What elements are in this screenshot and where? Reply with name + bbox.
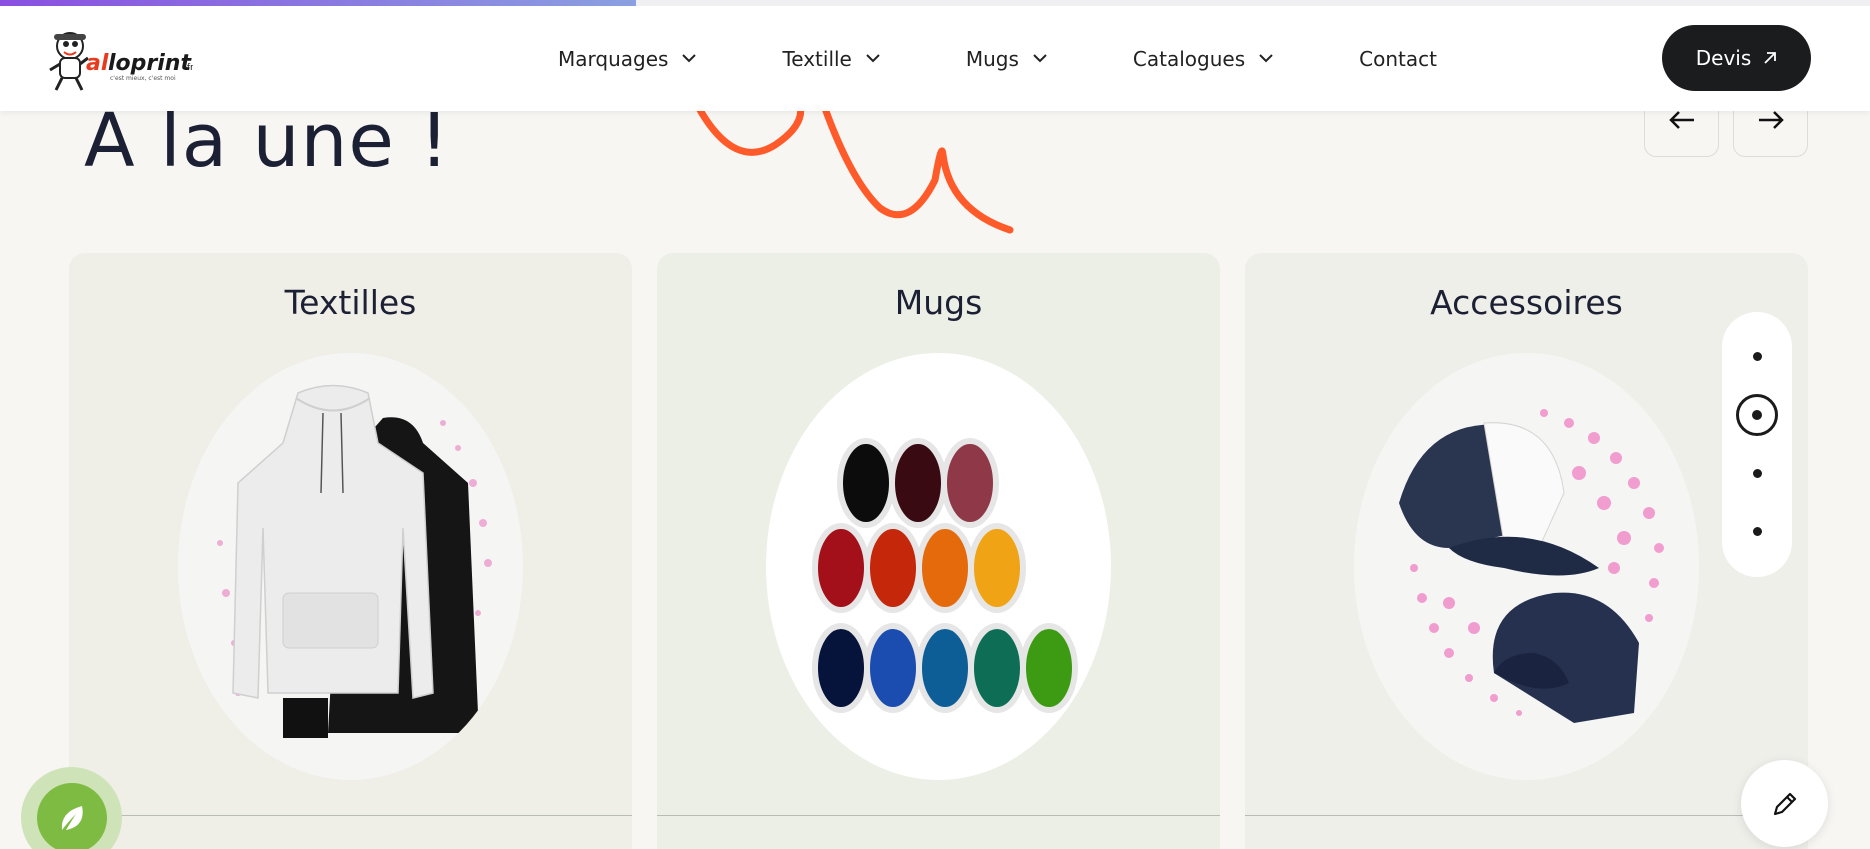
nav-label: Catalogues [1132,46,1246,71]
arrow-left-icon [1668,110,1694,129]
scroll-progress-bar [0,0,1870,6]
logo-mascot-icon: al loprint .fr c'est mieux, c'est moi [49,32,194,91]
card-divider [1245,815,1808,816]
arrow-right-icon [1758,110,1784,129]
arrow-up-right-icon [1764,52,1777,64]
card-divider [69,815,632,816]
hoodie-image-icon [217,384,492,738]
chevron-down-icon [866,54,880,63]
section-dot-4[interactable] [1753,527,1762,536]
devis-button[interactable]: Devis [1662,25,1811,91]
scroll-progress-fill [0,0,636,6]
svg-text:.fr: .fr [184,63,193,73]
svg-text:c'est mieux, c'est moi: c'est mieux, c'est moi [110,75,176,82]
section-dot-3[interactable] [1753,469,1762,478]
card-title: Mugs [894,283,983,322]
section-dot-2-active[interactable] [1736,394,1778,436]
card-title: Textilles [284,283,417,322]
site-logo[interactable]: al loprint .fr c'est mieux, c'est moi [48,26,194,96]
nav-label: Mugs [965,46,1019,71]
category-card-mugs[interactable]: Mugs [657,253,1220,849]
pencil-icon [1773,792,1796,815]
nav-item-mugs[interactable]: Mugs [966,47,1047,71]
chevron-down-icon [1033,54,1047,63]
nav-item-contact[interactable]: Contact [1359,47,1437,71]
nav-item-textille[interactable]: Textille [782,46,880,71]
chevron-down-icon [682,54,697,63]
svg-text:al: al [86,51,109,76]
trucker-caps-image-icon [1399,409,1664,723]
nav-label: Marquages [558,46,669,71]
section-dot-1[interactable] [1753,352,1762,361]
edit-button[interactable] [1741,760,1828,847]
card-image [1354,353,1699,780]
page-section-dots [1722,312,1792,577]
chevron-down-icon [1259,54,1273,63]
site-header: al loprint .fr c'est mieux, c'est moi Ma… [0,6,1870,111]
category-card-textilles[interactable]: Textilles [69,253,632,849]
decorative-squiggle-icon [696,100,1014,234]
card-title: Accessoires [1430,283,1623,322]
nav-item-catalogues[interactable]: Catalogues [1133,47,1273,71]
chat-widget-inner [36,782,107,849]
svg-text:loprint: loprint [108,51,192,76]
nav-label: Textille [782,46,852,71]
nav-label: Contact [1359,46,1437,71]
card-image [766,353,1111,780]
card-image [178,353,523,780]
main-nav: Marquages Textille Mugs Catalogues Conta… [558,6,1437,111]
nav-item-marquages[interactable]: Marquages [558,46,697,71]
leaf-icon [61,805,83,830]
devis-label: Devis [1695,46,1752,70]
colored-mugs-image-icon [812,438,1078,713]
card-divider [657,815,1220,816]
